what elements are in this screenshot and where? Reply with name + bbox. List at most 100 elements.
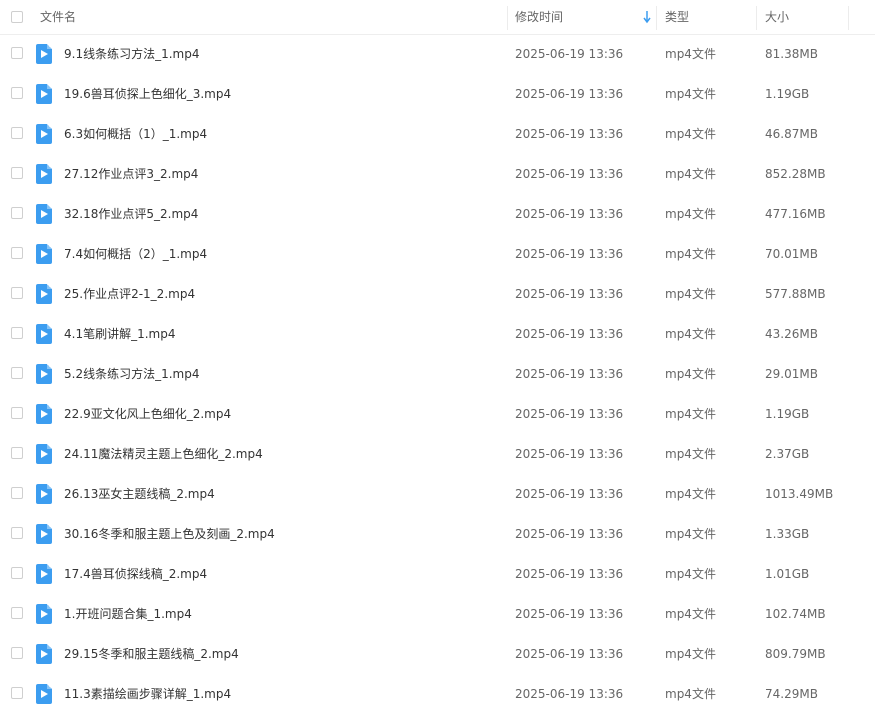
file-modified-time: 2025-06-19 13:36 [515, 327, 624, 341]
file-name[interactable]: 5.2线条练习方法_1.mp4 [64, 354, 199, 394]
file-name[interactable]: 30.16冬季和服主题上色及刻画_2.mp4 [64, 514, 275, 554]
video-file-icon [36, 564, 52, 584]
file-type: mp4文件 [665, 287, 716, 301]
row-checkbox[interactable] [11, 647, 23, 659]
file-modified-time: 2025-06-19 13:36 [515, 207, 624, 221]
video-file-icon [36, 644, 52, 664]
row-checkbox[interactable] [11, 327, 23, 339]
file-size: 70.01MB [765, 247, 818, 261]
file-type: mp4文件 [665, 87, 716, 101]
file-size: 809.79MB [765, 647, 826, 661]
row-checkbox[interactable] [11, 687, 23, 699]
file-type: mp4文件 [665, 647, 716, 661]
file-row[interactable]: 32.18作业点评5_2.mp4 2025-06-19 13:36 mp4文件 477… [0, 194, 875, 234]
file-name[interactable]: 27.12作业点评3_2.mp4 [64, 154, 198, 194]
video-file-icon [36, 44, 52, 64]
column-header-name[interactable]: 文件名 [40, 0, 76, 34]
file-size: 477.16MB [765, 207, 826, 221]
file-type: mp4文件 [665, 327, 716, 341]
video-file-icon [36, 324, 52, 344]
file-row[interactable]: 5.2线条练习方法_1.mp4 2025-06-19 13:36 mp4文件 29.0… [0, 354, 875, 394]
video-file-icon [36, 444, 52, 464]
row-checkbox[interactable] [11, 47, 23, 59]
column-header-type[interactable]: 类型 [665, 0, 689, 34]
file-type: mp4文件 [665, 207, 716, 221]
file-modified-time: 2025-06-19 13:36 [515, 487, 624, 501]
sort-down-arrow-icon[interactable] [643, 10, 651, 24]
file-row[interactable]: 22.9亚文化风上色细化_2.mp4 2025-06-19 13:36 mp4文件 1… [0, 394, 875, 434]
row-checkbox[interactable] [11, 567, 23, 579]
file-size: 577.88MB [765, 287, 826, 301]
file-type: mp4文件 [665, 247, 716, 261]
video-file-icon [36, 204, 52, 224]
file-row[interactable]: 26.13巫女主题线稿_2.mp4 2025-06-19 13:36 mp4文件 10… [0, 474, 875, 514]
select-all-checkbox[interactable] [11, 11, 23, 23]
column-divider[interactable] [507, 6, 508, 30]
file-type: mp4文件 [665, 407, 716, 421]
file-name[interactable]: 9.1线条练习方法_1.mp4 [64, 34, 199, 74]
column-divider[interactable] [848, 6, 849, 30]
file-modified-time: 2025-06-19 13:36 [515, 247, 624, 261]
file-modified-time: 2025-06-19 13:36 [515, 447, 624, 461]
file-row[interactable]: 1.开班问题合集_1.mp4 2025-06-19 13:36 mp4文件 102.7… [0, 594, 875, 634]
file-modified-time: 2025-06-19 13:36 [515, 647, 624, 661]
file-row[interactable]: 9.1线条练习方法_1.mp4 2025-06-19 13:36 mp4文件 81.3… [0, 34, 875, 74]
file-name[interactable]: 29.15冬季和服主题线稿_2.mp4 [64, 634, 239, 674]
column-header-modified[interactable]: 修改时间 [515, 0, 563, 34]
row-checkbox[interactable] [11, 287, 23, 299]
video-file-icon [36, 484, 52, 504]
file-row[interactable]: 4.1笔刷讲解_1.mp4 2025-06-19 13:36 mp4文件 43.26M… [0, 314, 875, 354]
row-checkbox[interactable] [11, 247, 23, 259]
file-name[interactable]: 4.1笔刷讲解_1.mp4 [64, 314, 175, 354]
row-checkbox[interactable] [11, 207, 23, 219]
file-row[interactable]: 29.15冬季和服主题线稿_2.mp4 2025-06-19 13:36 mp4文件… [0, 634, 875, 674]
file-name[interactable]: 19.6兽耳侦探上色细化_3.mp4 [64, 74, 231, 114]
column-divider[interactable] [756, 6, 757, 30]
file-name[interactable]: 26.13巫女主题线稿_2.mp4 [64, 474, 215, 514]
file-name[interactable]: 24.11魔法精灵主题上色细化_2.mp4 [64, 434, 263, 474]
row-checkbox[interactable] [11, 607, 23, 619]
file-modified-time: 2025-06-19 13:36 [515, 127, 624, 141]
row-checkbox[interactable] [11, 407, 23, 419]
row-checkbox[interactable] [11, 447, 23, 459]
video-file-icon [36, 524, 52, 544]
file-name[interactable]: 17.4兽耳侦探线稿_2.mp4 [64, 554, 207, 594]
file-type: mp4文件 [665, 447, 716, 461]
file-name[interactable]: 22.9亚文化风上色细化_2.mp4 [64, 394, 231, 434]
file-row[interactable]: 19.6兽耳侦探上色细化_3.mp4 2025-06-19 13:36 mp4文件 1… [0, 74, 875, 114]
file-size: 1.33GB [765, 527, 810, 541]
video-file-icon [36, 604, 52, 624]
file-name[interactable]: 1.开班问题合集_1.mp4 [64, 594, 192, 634]
file-row[interactable]: 27.12作业点评3_2.mp4 2025-06-19 13:36 mp4文件 852… [0, 154, 875, 194]
column-divider[interactable] [656, 6, 657, 30]
file-row[interactable]: 25.作业点评2-1_2.mp4 2025-06-19 13:36 mp4文件 577… [0, 274, 875, 314]
video-file-icon [36, 84, 52, 104]
file-type: mp4文件 [665, 167, 716, 181]
file-type: mp4文件 [665, 567, 716, 581]
file-name[interactable]: 32.18作业点评5_2.mp4 [64, 194, 198, 234]
row-checkbox[interactable] [11, 367, 23, 379]
file-size: 81.38MB [765, 47, 818, 61]
file-row[interactable]: 17.4兽耳侦探线稿_2.mp4 2025-06-19 13:36 mp4文件 1.0… [0, 554, 875, 594]
row-checkbox[interactable] [11, 487, 23, 499]
column-header-size[interactable]: 大小 [765, 0, 789, 34]
row-checkbox[interactable] [11, 527, 23, 539]
file-row[interactable]: 6.3如何概括（1）_1.mp4 2025-06-19 13:36 mp4文件 46.… [0, 114, 875, 154]
row-checkbox[interactable] [11, 167, 23, 179]
file-row[interactable]: 30.16冬季和服主题上色及刻画_2.mp4 2025-06-19 13:36 mp… [0, 514, 875, 554]
file-size: 43.26MB [765, 327, 818, 341]
file-row[interactable]: 11.3素描绘画步骤详解_1.mp4 2025-06-19 13:36 mp4文件 7… [0, 674, 875, 714]
file-name[interactable]: 6.3如何概括（1）_1.mp4 [64, 114, 207, 154]
file-size: 1013.49MB [765, 487, 834, 501]
row-checkbox[interactable] [11, 127, 23, 139]
file-name[interactable]: 7.4如何概括（2）_1.mp4 [64, 234, 207, 274]
file-type: mp4文件 [665, 527, 716, 541]
file-modified-time: 2025-06-19 13:36 [515, 47, 624, 61]
row-checkbox[interactable] [11, 87, 23, 99]
file-row[interactable]: 7.4如何概括（2）_1.mp4 2025-06-19 13:36 mp4文件 70.… [0, 234, 875, 274]
file-name[interactable]: 11.3素描绘画步骤详解_1.mp4 [64, 674, 231, 714]
video-file-icon [36, 364, 52, 384]
file-name[interactable]: 25.作业点评2-1_2.mp4 [64, 274, 195, 314]
file-row[interactable]: 24.11魔法精灵主题上色细化_2.mp4 2025-06-19 13:36 mp4… [0, 434, 875, 474]
file-modified-time: 2025-06-19 13:36 [515, 567, 624, 581]
